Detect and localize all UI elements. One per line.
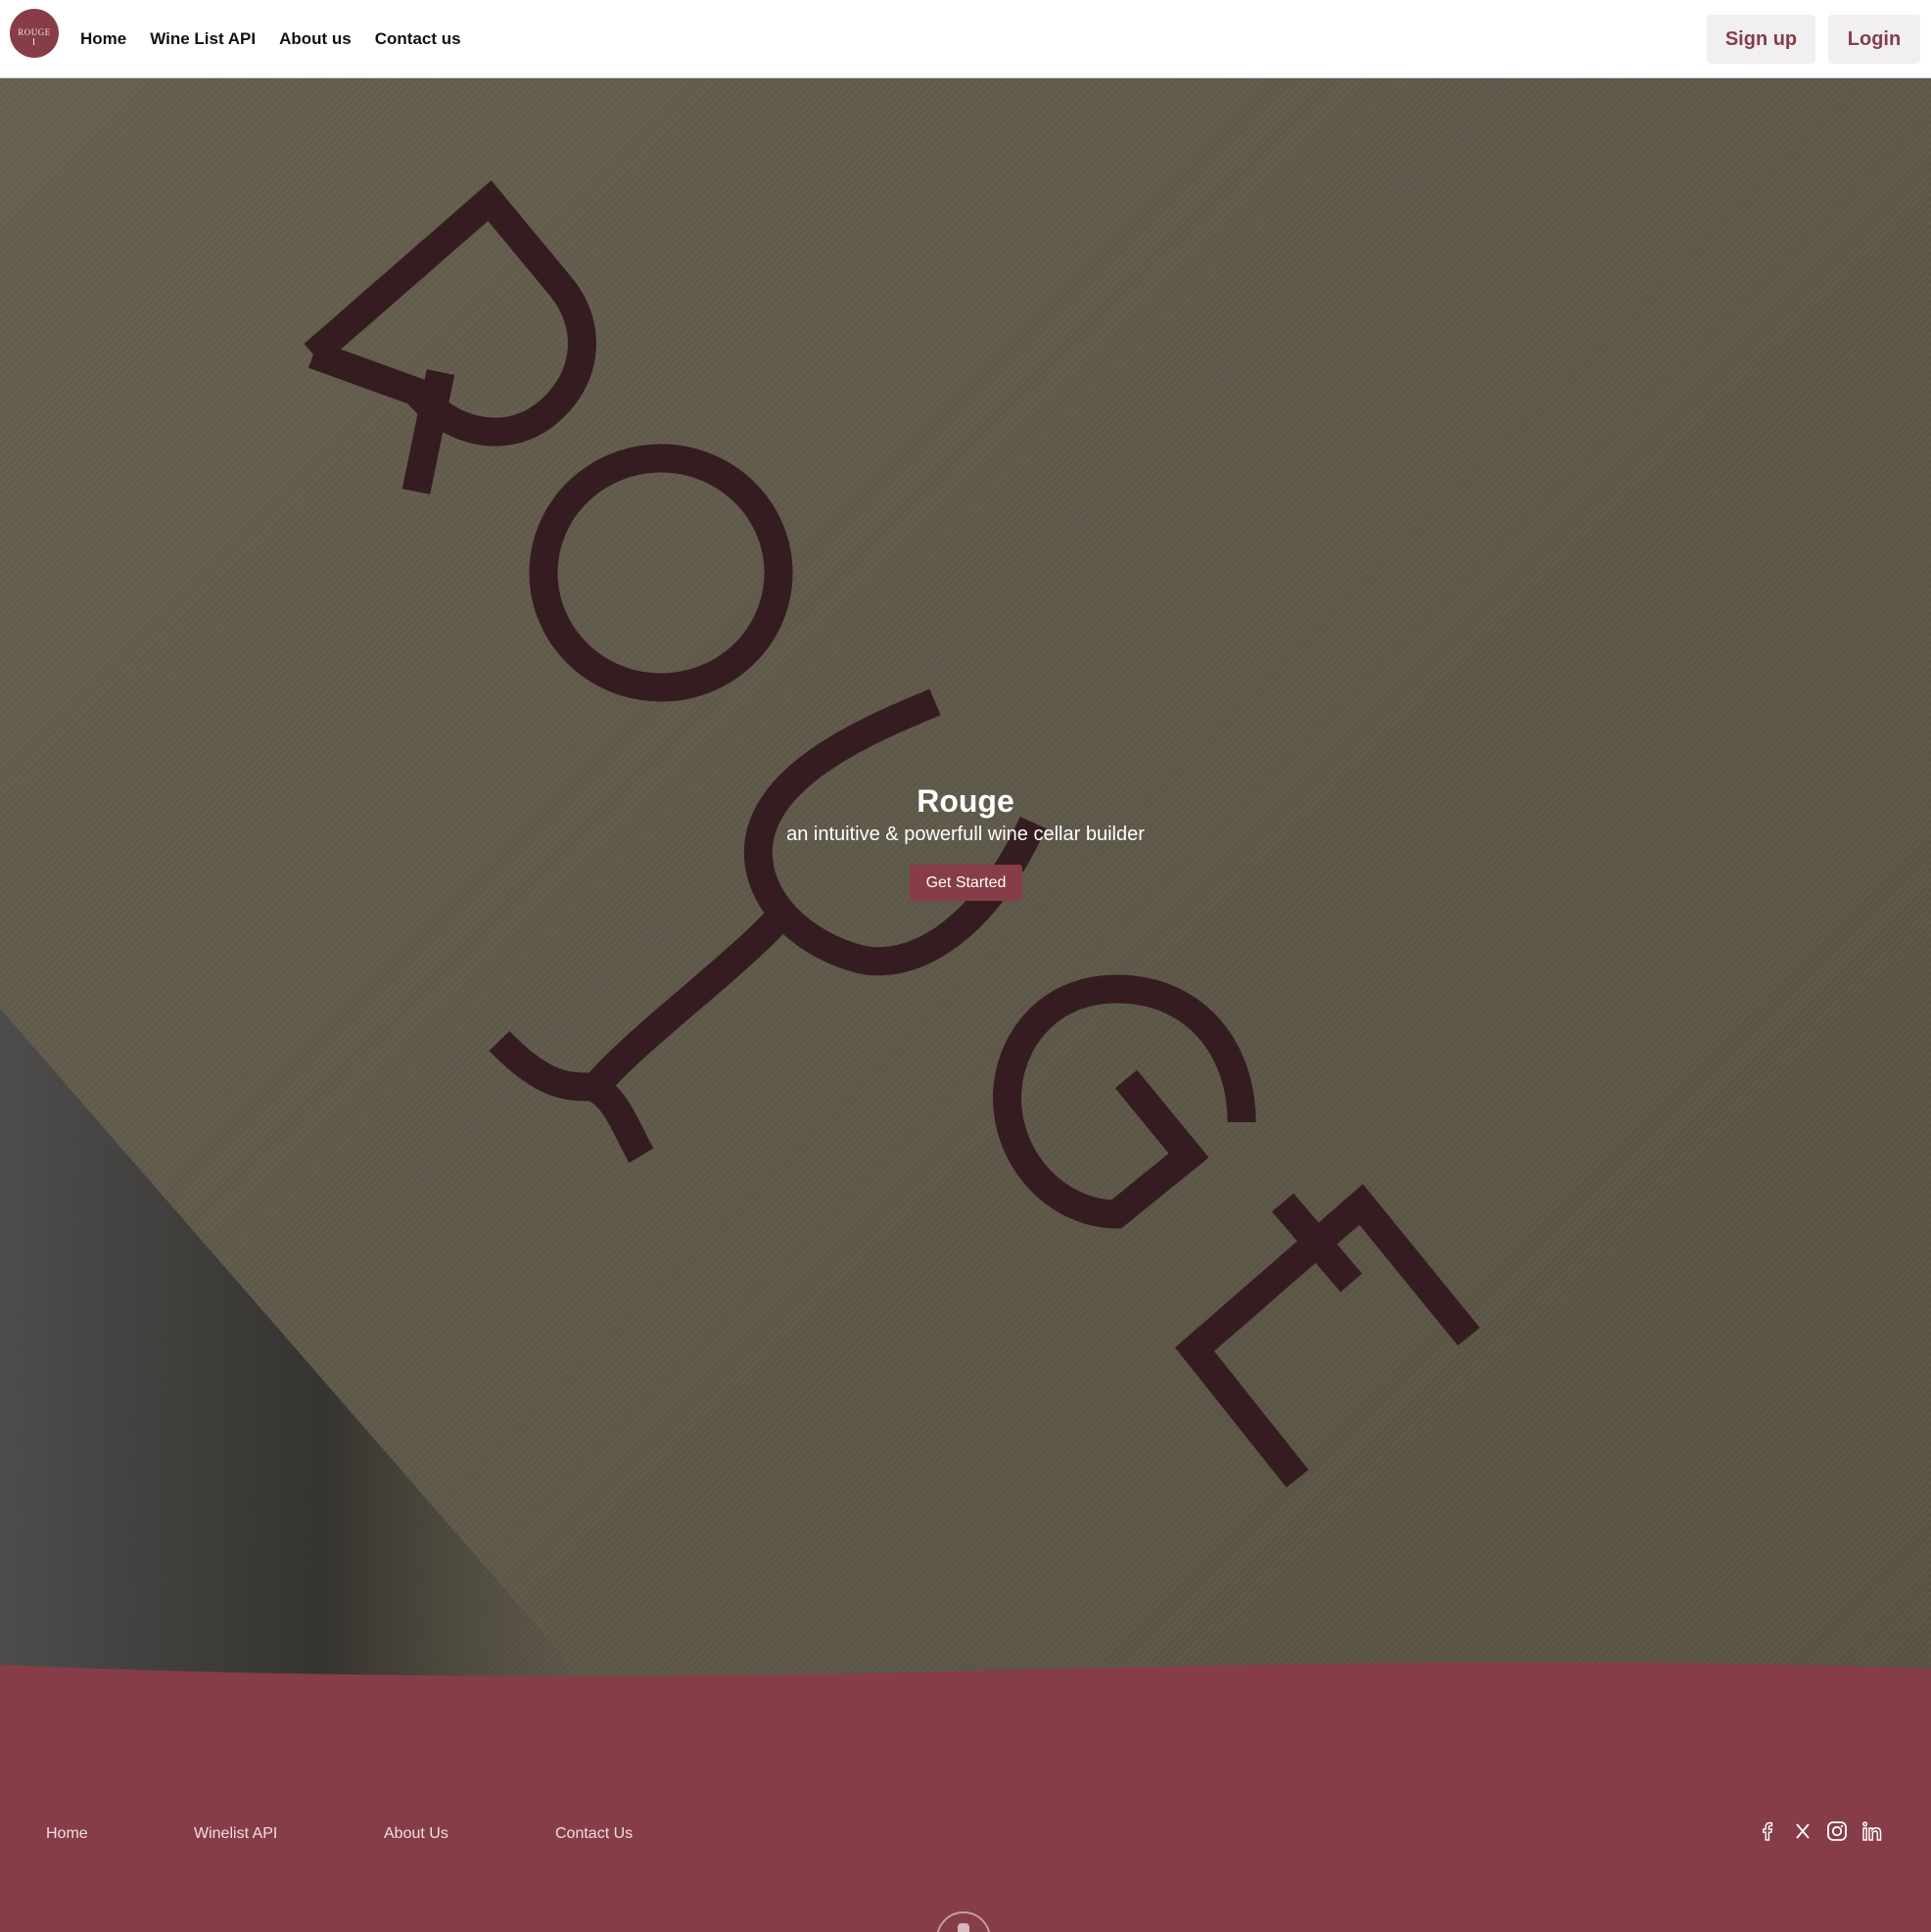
top-navbar: ROUGE Home Wine List API About us Contac… [0, 0, 1931, 78]
footer-link-about-us[interactable]: About Us [384, 1825, 448, 1843]
signup-button[interactable]: Sign up [1707, 15, 1815, 64]
nav-about-us[interactable]: About us [279, 29, 352, 49]
footer-link-winelist-api[interactable]: Winelist API [194, 1825, 277, 1843]
facebook-icon[interactable] [1755, 1818, 1780, 1844]
get-started-button[interactable]: Get Started [910, 865, 1022, 901]
wine-glass-icon [33, 38, 34, 45]
footer-link-home[interactable]: Home [46, 1825, 88, 1843]
footer-logo-badge [936, 1911, 991, 1932]
nav-wine-list-api[interactable]: Wine List API [150, 29, 256, 49]
site-footer: Home Winelist API About Us Contact Us [0, 1684, 1931, 1932]
rouge-logo[interactable]: ROUGE [10, 9, 59, 58]
nav-home[interactable]: Home [80, 29, 126, 49]
login-button[interactable]: Login [1828, 15, 1920, 64]
footer-logo-mark [958, 1923, 969, 1932]
hero-title: Rouge [917, 783, 1014, 819]
x-icon[interactable] [1790, 1818, 1815, 1844]
logo-text: ROUGE [18, 27, 51, 37]
main-nav: Home Wine List API About us Contact us [80, 0, 485, 78]
nav-contact-us[interactable]: Contact us [375, 29, 461, 49]
footer-link-contact-us[interactable]: Contact Us [555, 1825, 633, 1843]
linkedin-icon[interactable] [1860, 1818, 1885, 1844]
hero-section: Rouge an intuitive & powerfull wine cell… [0, 78, 1931, 1684]
page: ROUGE Home Wine List API About us Contac… [0, 0, 1931, 1932]
hero-subtitle: an intuitive & powerfull wine cellar bui… [786, 824, 1145, 845]
instagram-icon[interactable] [1824, 1818, 1850, 1844]
